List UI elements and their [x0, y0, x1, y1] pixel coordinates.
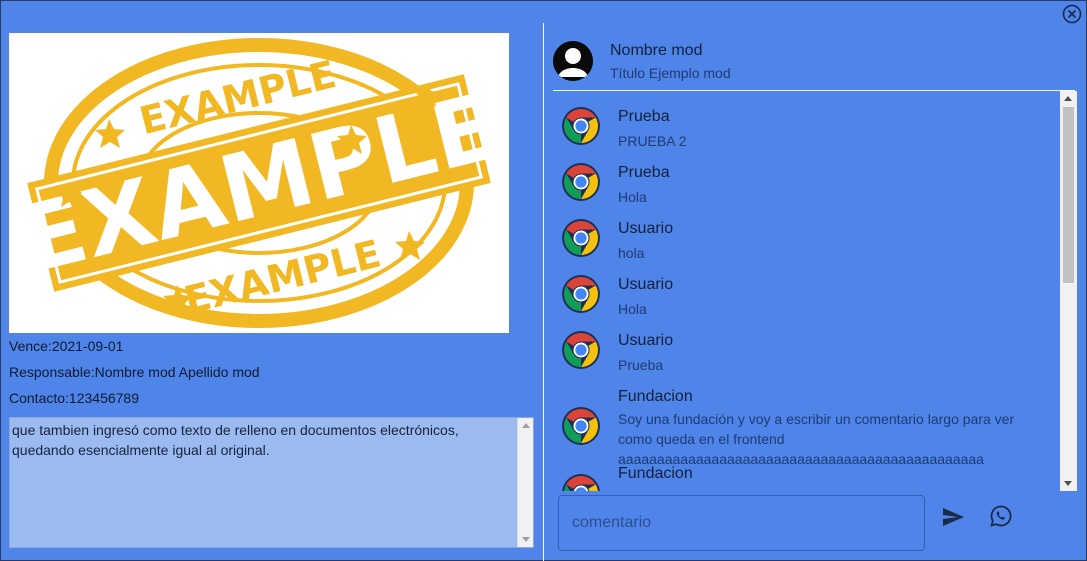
scroll-up-arrow-icon[interactable]	[522, 423, 530, 428]
list-item: Fundacion Soy una fundación y voy a escr…	[553, 371, 1059, 467]
scroll-down-arrow-icon[interactable]	[1064, 481, 1072, 486]
chrome-icon	[561, 330, 601, 370]
chrome-icon	[561, 162, 601, 202]
comment-input[interactable]	[559, 496, 924, 550]
list-item: Prueba Hola	[553, 147, 1059, 205]
send-icon[interactable]	[941, 505, 965, 529]
list-item: Usuario Prueba	[553, 315, 1059, 373]
panel-divider	[543, 23, 544, 561]
scroll-down-arrow-icon[interactable]	[522, 537, 530, 542]
list-item: Usuario hola	[553, 203, 1059, 261]
comment-author: Fundacion	[618, 465, 693, 482]
comment-author: Prueba	[618, 164, 670, 181]
comment-author: Usuario	[618, 276, 674, 293]
profile-title: Título Ejemplo mod	[610, 65, 731, 81]
close-icon[interactable]	[1062, 4, 1082, 24]
description-textarea[interactable]: que tambien ingresó como texto de rellen…	[9, 417, 534, 548]
chrome-icon	[561, 274, 601, 314]
scroll-up-arrow-icon[interactable]	[1064, 96, 1072, 101]
contact: Contacto:123456789	[9, 390, 139, 406]
chrome-icon	[561, 406, 601, 446]
comment-author: Prueba	[618, 108, 670, 125]
comments-scrollbar[interactable]	[1060, 91, 1077, 491]
profile-header: Nombre mod Título Ejemplo mod	[553, 41, 1073, 89]
list-item: Prueba PRUEBA 2	[553, 91, 1059, 149]
comments-list[interactable]: Prueba PRUEBA 2 Prueba Hola Usuario hola…	[553, 91, 1059, 491]
responsible: Responsable:Nombre mod Apellido mod	[9, 364, 260, 380]
list-item: Fundacion	[553, 465, 1059, 491]
example-stamp-image: EXAMPLE EXAMPLE EXAMPLE	[9, 33, 509, 333]
comment-text: Soy una fundación y voy a escribir un co…	[618, 411, 1015, 467]
details-panel: EXAMPLE EXAMPLE EXAMPLE Vence:2021-09-01…	[9, 33, 534, 548]
comment-author: Usuario	[618, 220, 674, 237]
chrome-icon	[561, 106, 601, 146]
comment-field[interactable]	[558, 495, 925, 551]
chrome-icon	[561, 218, 601, 258]
expiry-date: Vence:2021-09-01	[9, 338, 124, 354]
comment-author: Usuario	[618, 332, 674, 349]
person-icon	[553, 41, 593, 81]
scrollbar-thumb[interactable]	[1063, 107, 1074, 283]
chrome-icon	[561, 473, 601, 491]
comment-author: Fundacion	[618, 388, 693, 405]
description-scrollbar[interactable]	[517, 418, 533, 547]
profile-name: Nombre mod	[610, 42, 703, 59]
whatsapp-icon[interactable]	[989, 504, 1013, 528]
list-item: Usuario Hola	[553, 259, 1059, 317]
description-text: que tambien ingresó como texto de rellen…	[12, 422, 459, 458]
